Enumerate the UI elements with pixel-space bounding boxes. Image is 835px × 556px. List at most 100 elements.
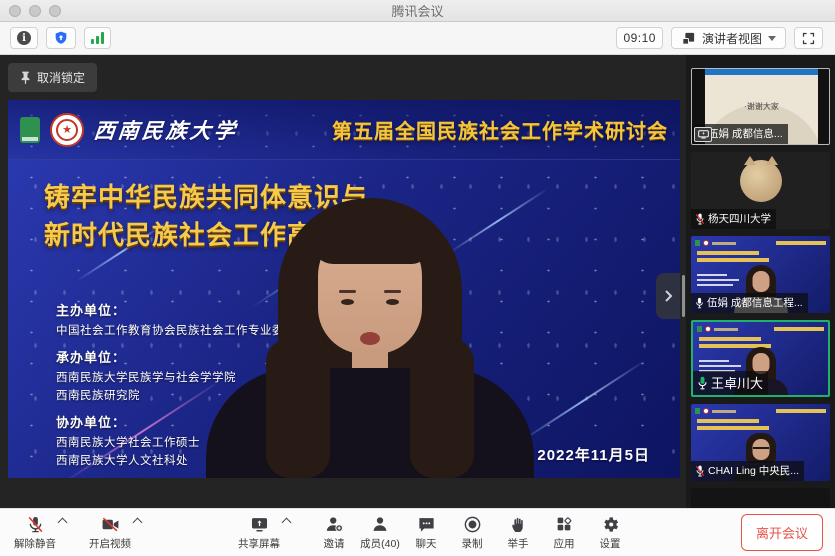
microphone-muted-icon — [695, 213, 705, 225]
raise-hand-button[interactable]: 举手 — [495, 514, 541, 551]
chevron-down-icon — [768, 36, 776, 41]
association-logo — [20, 117, 40, 143]
member-person-icon — [370, 514, 390, 534]
presenter-eyebrow — [384, 290, 401, 293]
shared-slide-text: ·谢谢大家 — [705, 101, 818, 112]
layout-view-icon — [681, 31, 696, 46]
apps-grid-icon — [555, 514, 573, 534]
slide-date: 2022年11月5日 — [537, 444, 650, 465]
shield-icon — [53, 30, 69, 46]
participant-label: 杨天四川大学 — [691, 209, 776, 229]
share-options-chevron[interactable] — [282, 518, 292, 528]
window-title: 腾讯会议 — [0, 1, 835, 20]
raised-hand-icon — [509, 514, 527, 534]
participant-thumbnail-screenshare[interactable]: ·谢谢大家 伍娟 成都信息... — [691, 68, 830, 145]
view-mode-label: 演讲者视图 — [702, 30, 762, 47]
meeting-toolbar: i 09:10 演讲者视图 — [0, 22, 835, 55]
raise-hand-label: 举手 — [508, 536, 529, 551]
participant-name: 王卓川大 — [711, 373, 763, 392]
record-label: 录制 — [462, 536, 483, 551]
record-circle-icon — [463, 514, 482, 534]
network-status-button[interactable] — [84, 27, 111, 49]
invite-button[interactable]: 邀请 — [311, 514, 357, 551]
meeting-security-button[interactable] — [46, 27, 76, 49]
share-screen-label: 共享屏幕 — [238, 536, 280, 551]
members-label: 成员(40) — [360, 536, 400, 551]
participant-thumbnail-partial[interactable] — [691, 488, 830, 508]
control-bar: 解除静音 开启视频 共享屏幕 邀请 成员(40) 聊天 — [0, 508, 835, 556]
members-button[interactable]: 成员(40) — [357, 514, 403, 551]
gear-icon — [601, 514, 620, 534]
start-video-label: 开启视频 — [89, 536, 131, 551]
shared-window-titlebar — [705, 69, 818, 75]
view-mode-button[interactable]: 演讲者视图 — [671, 27, 786, 49]
participants-sidebar: ·谢谢大家 伍娟 成都信息... 杨天四川大学 — [686, 55, 835, 508]
presenter-eye — [341, 299, 354, 305]
unpin-button[interactable]: 取消锁定 — [8, 63, 97, 92]
participant-thumbnail-video[interactable]: CHAI Ling 中央民... — [691, 404, 830, 481]
camera-off-icon — [100, 514, 121, 534]
unmute-button[interactable]: 解除静音 — [12, 514, 58, 551]
start-video-button[interactable]: 开启视频 — [87, 514, 133, 551]
meeting-info-button[interactable]: i — [10, 27, 38, 49]
share-screen-icon — [249, 514, 270, 534]
participant-thumbnail-active-speaker[interactable]: 王卓川大 — [691, 320, 830, 397]
unpin-label: 取消锁定 — [37, 69, 85, 86]
record-button[interactable]: 录制 — [449, 514, 495, 551]
mini-title-bar — [699, 337, 761, 341]
participant-label: 伍娟 成都信息工程... — [691, 293, 808, 313]
screenshare-indicator-icon — [694, 127, 712, 142]
presenter-body — [206, 368, 534, 478]
mini-banner — [697, 325, 824, 333]
meeting-timer[interactable]: 09:10 — [616, 27, 663, 49]
share-screen-button[interactable]: 共享屏幕 — [236, 514, 282, 551]
window-titlebar: 腾讯会议 — [0, 0, 835, 22]
slide-banner: ★ 西南民族大学 第五届全国民族社会工作学术研讨会 — [8, 100, 680, 160]
participant-name: 伍娟 成都信息工程... — [707, 295, 803, 310]
apps-button[interactable]: 应用 — [541, 514, 587, 551]
invite-person-icon — [324, 514, 344, 534]
mini-banner — [695, 407, 826, 415]
microphone-muted-icon — [26, 514, 45, 534]
participant-thumbnail-video[interactable]: 伍娟 成都信息工程... — [691, 236, 830, 313]
participant-name: 伍娟 成都信息... — [708, 126, 783, 141]
mini-title-bar — [697, 426, 769, 430]
sidebar-collapse-button[interactable] — [656, 273, 680, 319]
chat-button[interactable]: 聊天 — [403, 514, 449, 551]
settings-button[interactable]: 设置 — [587, 514, 633, 551]
presenter-silhouette — [200, 198, 540, 478]
speaker-video: ★ 西南民族大学 第五届全国民族社会工作学术研讨会 铸牢中华民族共同体意识与 新… — [8, 100, 680, 478]
participant-name: CHAI Ling 中央民... — [708, 463, 799, 478]
presenter-mouth — [360, 332, 380, 345]
signal-bars-icon — [91, 32, 104, 44]
university-seal: ★ — [50, 113, 84, 147]
conference-title: 第五届全国民族社会工作学术研讨会 — [332, 115, 668, 144]
invite-label: 邀请 — [324, 536, 345, 551]
toolbar-right-group: 09:10 演讲者视图 — [616, 27, 825, 49]
info-icon: i — [17, 31, 31, 45]
presenter-hair-strand — [410, 338, 474, 478]
chevron-right-icon — [663, 289, 673, 303]
main-video-stage: 取消锁定 ★ 西南民族大学 第五届全国民族社会工作学术研讨会 铸牢中华民族共同体… — [0, 55, 686, 508]
chat-label: 聊天 — [416, 536, 437, 551]
unmute-label: 解除静音 — [14, 536, 56, 551]
leave-meeting-button[interactable]: 离开会议 — [741, 514, 823, 551]
video-options-chevron[interactable] — [133, 518, 143, 528]
university-name: 西南民族大学 — [92, 115, 239, 145]
mini-banner — [695, 239, 826, 247]
participant-thumbnail-avatar[interactable]: 杨天四川大学 — [691, 152, 830, 229]
fullscreen-icon — [801, 31, 816, 46]
microphone-muted-icon — [695, 465, 705, 477]
audio-options-chevron[interactable] — [58, 518, 68, 528]
microphone-icon — [695, 297, 704, 309]
chat-bubble-icon — [417, 514, 436, 534]
mini-title-bar — [697, 419, 759, 423]
mini-title-bar — [697, 251, 759, 255]
participant-label: CHAI Ling 中央民... — [691, 461, 804, 481]
stage-scrollbar[interactable] — [682, 275, 685, 317]
seal-star: ★ — [56, 119, 78, 141]
settings-label: 设置 — [600, 536, 621, 551]
microphone-speaking-icon — [697, 376, 708, 390]
presenter-hair-strand — [266, 338, 330, 478]
fullscreen-button[interactable] — [794, 27, 823, 49]
